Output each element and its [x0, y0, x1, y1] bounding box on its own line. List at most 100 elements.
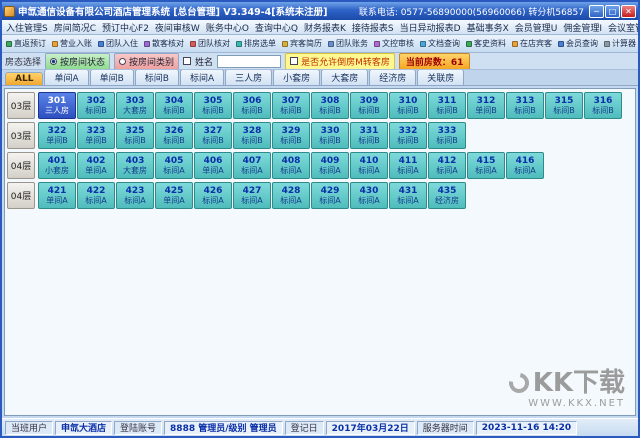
room-cell-332[interactable]: 332标间B [389, 122, 427, 149]
toolbar-button[interactable]: 文档查询 [417, 36, 463, 51]
room-cell-322[interactable]: 322单间B [38, 122, 76, 149]
room-cell-329[interactable]: 329标间B [272, 122, 310, 149]
menu-item[interactable]: 接待报表S [350, 21, 396, 34]
tab-大套房[interactable]: 大套房 [321, 70, 368, 85]
room-cell-315[interactable]: 315标间B [545, 92, 583, 119]
room-cell-431[interactable]: 431标间A [389, 182, 427, 209]
toolbar-button[interactable]: 团队核对 [187, 36, 233, 51]
room-cell-402[interactable]: 402单间A [77, 152, 115, 179]
tab-单间A[interactable]: 单间A [44, 70, 88, 85]
tab-经济房[interactable]: 经济房 [369, 70, 416, 85]
minimize-icon[interactable]: ─ [589, 5, 604, 18]
room-cell-425[interactable]: 425单间A [155, 182, 193, 209]
menu-item[interactable]: 房间简况C [52, 21, 98, 34]
maximize-icon[interactable]: □ [605, 5, 620, 18]
toolbar-button[interactable]: 营业入账 [49, 36, 95, 51]
room-cell-309[interactable]: 309标间B [350, 92, 388, 119]
floor-label[interactable]: 04层 [7, 152, 35, 179]
menu-item[interactable]: 夜间审核W [153, 21, 202, 34]
room-cell-312[interactable]: 312单间B [467, 92, 505, 119]
room-cell-427[interactable]: 427标间A [233, 182, 271, 209]
toolbar-button[interactable]: 散客核对 [141, 36, 187, 51]
floor-label[interactable]: 03层 [7, 92, 35, 119]
name-checkbox-icon[interactable] [183, 57, 191, 65]
menu-item[interactable]: 预订中心F2 [100, 21, 151, 34]
room-cell-326[interactable]: 326标间B [155, 122, 193, 149]
tab-关联房[interactable]: 关联房 [417, 70, 464, 85]
room-cell-401[interactable]: 401小套房 [38, 152, 76, 179]
tab-单间B[interactable]: 单间B [90, 70, 134, 85]
menu-item[interactable]: 会员管理U [513, 21, 560, 34]
room-cell-430[interactable]: 430标间A [350, 182, 388, 209]
menu-item[interactable]: 查询中心Q [253, 21, 300, 34]
room-cell-331[interactable]: 331标间B [350, 122, 388, 149]
room-cell-408[interactable]: 408标间A [272, 152, 310, 179]
toolbar-button[interactable]: 文控审核 [371, 36, 417, 51]
toolbar-button[interactable]: 客史资料 [463, 36, 509, 51]
room-cell-304[interactable]: 304标间B [155, 92, 193, 119]
room-cell-305[interactable]: 305标间B [194, 92, 232, 119]
menu-item[interactable]: 入住管理S [4, 21, 50, 34]
room-cell-410[interactable]: 410标间A [350, 152, 388, 179]
room-cell-405[interactable]: 405标间A [155, 152, 193, 179]
room-cell-426[interactable]: 426标间A [194, 182, 232, 209]
tab-标间A[interactable]: 标间A [180, 70, 224, 85]
room-cell-409[interactable]: 409标间A [311, 152, 349, 179]
toolbar-button[interactable]: 宾客简历 [279, 36, 325, 51]
toolbar-button[interactable]: 会员查询 [555, 36, 601, 51]
room-cell-323[interactable]: 323单间B [77, 122, 115, 149]
room-cell-412[interactable]: 412标间A [428, 152, 466, 179]
room-cell-435[interactable]: 435经济房 [428, 182, 466, 209]
room-cell-316[interactable]: 316标间B [584, 92, 622, 119]
allow-room-change-toggle[interactable]: 是否允许倒房M转客房 [285, 53, 395, 70]
room-cell-301[interactable]: 301三人房 [38, 92, 76, 119]
room-cell-416[interactable]: 416标间A [506, 152, 544, 179]
toolbar-button[interactable]: 团队账务 [325, 36, 371, 51]
menu-item[interactable]: 当日异动报表D [398, 21, 463, 34]
room-cell-327[interactable]: 327标间B [194, 122, 232, 149]
room-cell-311[interactable]: 311标间B [428, 92, 466, 119]
filter-by-type-button[interactable]: 按房间类别 [114, 53, 179, 70]
room-cell-421[interactable]: 421单间A [38, 182, 76, 209]
close-icon[interactable]: ✕ [621, 5, 636, 18]
room-cell-411[interactable]: 411标间A [389, 152, 427, 179]
room-cell-330[interactable]: 330标间B [311, 122, 349, 149]
toolbar-button[interactable]: 团队入住 [95, 36, 141, 51]
room-cell-428[interactable]: 428标间A [272, 182, 310, 209]
floor-label[interactable]: 03层 [7, 122, 35, 149]
tab-三人房[interactable]: 三人房 [225, 70, 272, 85]
room-cell-328[interactable]: 328标间B [233, 122, 271, 149]
filter-by-status-button[interactable]: 按房间状态 [45, 53, 110, 70]
room-cell-333[interactable]: 333标间B [428, 122, 466, 149]
menu-item[interactable]: 会议室管理J [606, 21, 638, 34]
room-number: 409 [321, 156, 340, 166]
room-cell-310[interactable]: 310标间B [389, 92, 427, 119]
menu-item[interactable]: 财务报表K [302, 21, 348, 34]
room-cell-403[interactable]: 403大套房 [116, 152, 154, 179]
room-cell-325[interactable]: 325标间B [116, 122, 154, 149]
room-cell-423[interactable]: 423标间A [116, 182, 154, 209]
floor-label[interactable]: 04层 [7, 182, 35, 209]
tab-标间B[interactable]: 标间B [135, 70, 179, 85]
room-cell-308[interactable]: 308标间B [311, 92, 349, 119]
toolbar-button[interactable]: 计算器 [601, 36, 638, 51]
guest-name-input[interactable] [217, 55, 281, 68]
room-cell-307[interactable]: 307标间B [272, 92, 310, 119]
menu-item[interactable]: 佣金管理I [561, 21, 604, 34]
tab-小套房[interactable]: 小套房 [273, 70, 320, 85]
room-cell-415[interactable]: 415标间A [467, 152, 505, 179]
toolbar-button[interactable]: 在店宾客 [509, 36, 555, 51]
menu-item[interactable]: 基础事务X [465, 21, 511, 34]
room-cell-306[interactable]: 306标间B [233, 92, 271, 119]
menu-item[interactable]: 账务中心O [204, 21, 251, 34]
room-cell-422[interactable]: 422标间A [77, 182, 115, 209]
tab-ALL[interactable]: ALL [5, 72, 43, 85]
room-cell-302[interactable]: 302标间B [77, 92, 115, 119]
toolbar-button[interactable]: 直返预订 [3, 36, 49, 51]
room-cell-407[interactable]: 407标间A [233, 152, 271, 179]
toolbar-button[interactable]: 排房选单 [233, 36, 279, 51]
room-cell-406[interactable]: 406单间A [194, 152, 232, 179]
room-cell-313[interactable]: 313标间B [506, 92, 544, 119]
room-cell-303[interactable]: 303大套房 [116, 92, 154, 119]
room-cell-429[interactable]: 429标间A [311, 182, 349, 209]
